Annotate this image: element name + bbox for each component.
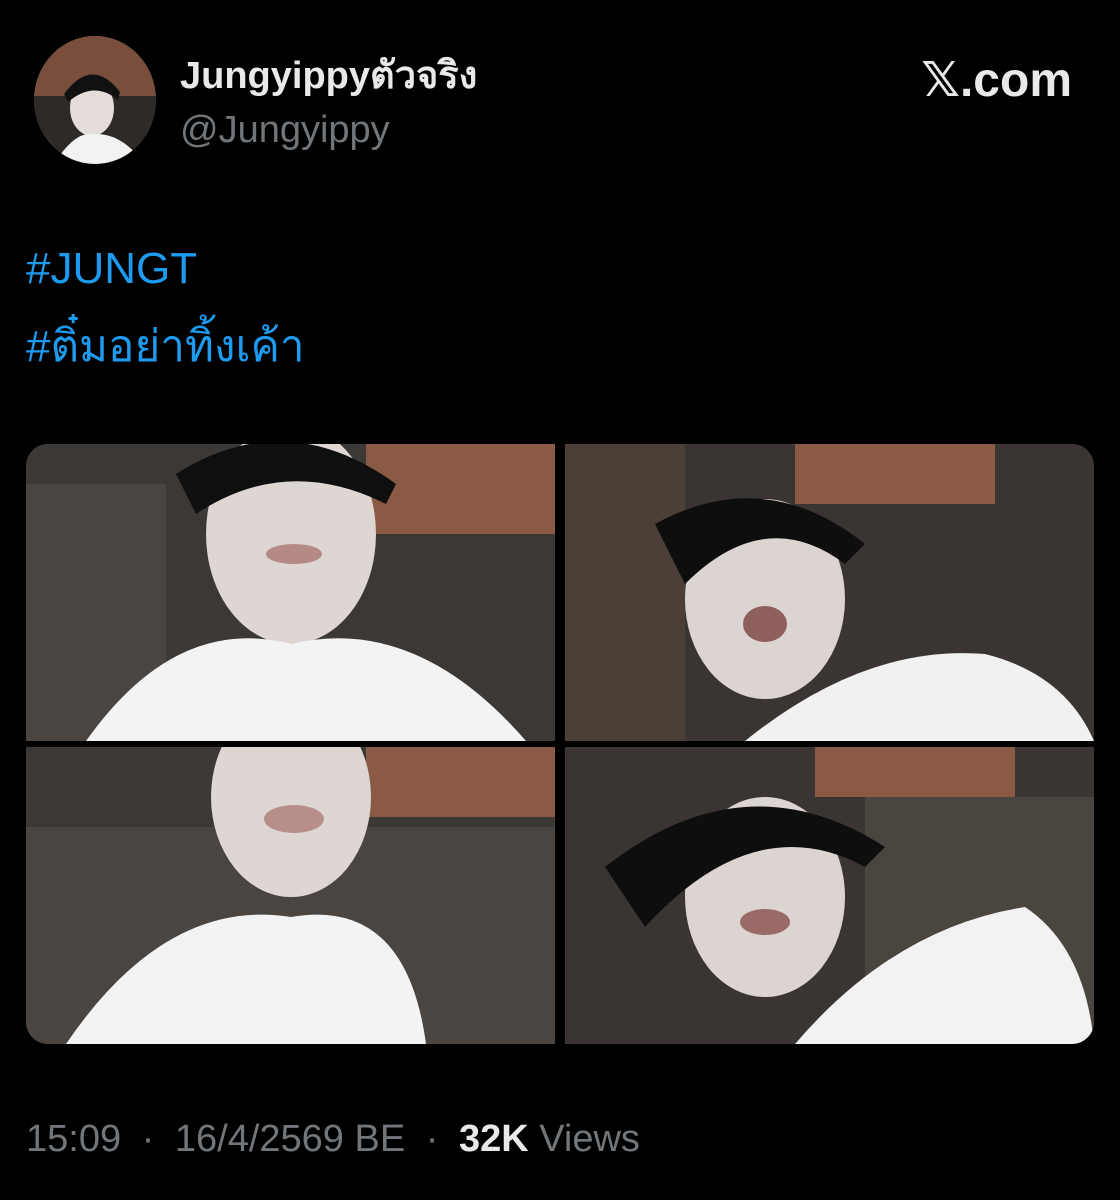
hashtag-link[interactable]: #JUNGT [26, 244, 305, 294]
author-handle[interactable]: @Jungyippy [180, 108, 390, 152]
media-photo-2[interactable] [565, 444, 1094, 741]
author-avatar[interactable] [34, 36, 156, 164]
views-label: Views [539, 1118, 640, 1160]
post-time[interactable]: 15:09 [26, 1118, 121, 1160]
media-grid [26, 444, 1094, 1044]
media-photo-4[interactable] [565, 747, 1094, 1044]
hashtag-link[interactable]: #ติ๋มอย่าทิ้งเค้า [26, 322, 305, 372]
post-meta: 15:09 · 16/4/2569 BE · 32K Views [26, 1114, 640, 1164]
views-count: 32K [458, 1118, 529, 1160]
post-text: #JUNGT #ติ๋มอย่าทิ้งเค้า [26, 244, 305, 400]
selfie-photo-icon [26, 747, 555, 1044]
selfie-photo-icon [26, 444, 555, 741]
media-photo-1[interactable] [26, 444, 555, 741]
selfie-photo-icon [565, 747, 1094, 1044]
selfie-photo-icon [565, 444, 1094, 741]
media-photo-3[interactable] [26, 747, 555, 1044]
author-display-name[interactable]: Jungyippyตัวจริง [180, 54, 477, 98]
profile-photo-icon [34, 36, 156, 164]
post-date[interactable]: 16/4/2569 BE [175, 1118, 405, 1160]
meta-separator: · [141, 1118, 155, 1160]
meta-separator: · [425, 1118, 439, 1160]
x-brand-logo: 𝕏.com [921, 54, 1072, 107]
